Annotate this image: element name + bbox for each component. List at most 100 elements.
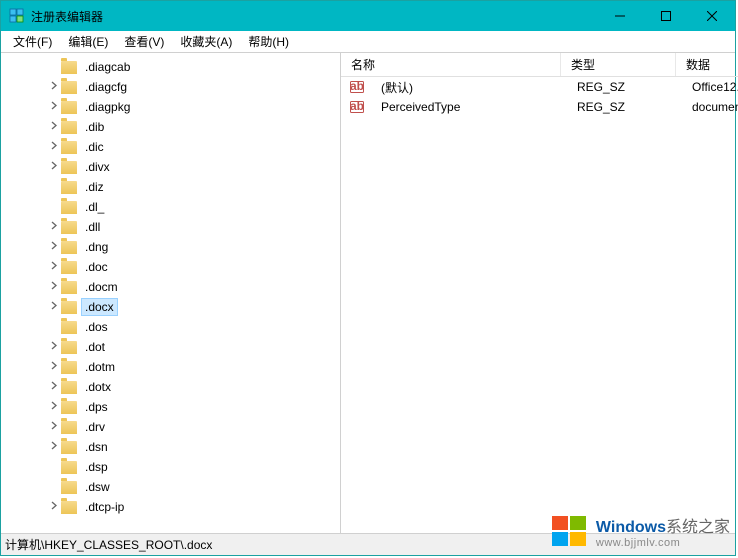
tree-node[interactable]: .doc bbox=[1, 257, 340, 277]
tree-node-label: .dps bbox=[81, 398, 112, 416]
menu-view[interactable]: 查看(V) bbox=[116, 31, 172, 52]
list-header: 名称 类型 数据 bbox=[341, 53, 738, 77]
tree-node-label: .dotm bbox=[81, 358, 119, 376]
folder-icon bbox=[61, 501, 77, 514]
folder-icon bbox=[61, 81, 77, 94]
folder-icon bbox=[61, 441, 77, 454]
menu-edit[interactable]: 编辑(E) bbox=[60, 31, 116, 52]
tree-node[interactable]: .docm bbox=[1, 277, 340, 297]
tree-node-label: .dll bbox=[81, 218, 104, 236]
folder-icon bbox=[61, 141, 77, 154]
folder-icon bbox=[61, 181, 77, 194]
value-data-cell: documen bbox=[682, 100, 738, 114]
tree-node[interactable]: .dic bbox=[1, 137, 340, 157]
expand-icon[interactable] bbox=[47, 81, 61, 93]
tree-node-label: .dos bbox=[81, 318, 112, 336]
string-value-icon: ab bbox=[349, 99, 365, 115]
expand-icon[interactable] bbox=[47, 241, 61, 253]
tree-node-label: .drv bbox=[81, 418, 109, 436]
maximize-button[interactable] bbox=[643, 1, 689, 31]
menu-file[interactable]: 文件(F) bbox=[5, 31, 60, 52]
value-type-cell: REG_SZ bbox=[567, 80, 682, 94]
tree-node[interactable]: .dot bbox=[1, 337, 340, 357]
tree-node[interactable]: .drv bbox=[1, 417, 340, 437]
tree-node[interactable]: .dotx bbox=[1, 377, 340, 397]
folder-icon bbox=[61, 121, 77, 134]
tree-node[interactable]: .diagcfg bbox=[1, 77, 340, 97]
expand-icon[interactable] bbox=[47, 261, 61, 273]
folder-icon bbox=[61, 301, 77, 314]
tree-node[interactable]: .divx bbox=[1, 157, 340, 177]
tree-node[interactable]: .diz bbox=[1, 177, 340, 197]
expand-icon[interactable] bbox=[47, 421, 61, 433]
folder-icon bbox=[61, 201, 77, 214]
expand-icon[interactable] bbox=[47, 281, 61, 293]
minimize-button[interactable] bbox=[597, 1, 643, 31]
tree-node[interactable]: .dsp bbox=[1, 457, 340, 477]
tree-node-label: .dot bbox=[81, 338, 109, 356]
expand-icon[interactable] bbox=[47, 401, 61, 413]
tree-node[interactable]: .diagpkg bbox=[1, 97, 340, 117]
tree-horizontal-scrollbar[interactable] bbox=[1, 516, 340, 533]
folder-icon bbox=[61, 481, 77, 494]
expand-icon[interactable] bbox=[47, 441, 61, 453]
tree-node[interactable]: .dsw bbox=[1, 477, 340, 497]
expand-icon[interactable] bbox=[47, 301, 61, 313]
column-header-name[interactable]: 名称 bbox=[341, 53, 561, 76]
tree-node[interactable]: .docx bbox=[1, 297, 340, 317]
expand-icon[interactable] bbox=[47, 361, 61, 373]
expand-icon[interactable] bbox=[47, 161, 61, 173]
tree-node[interactable]: .dib bbox=[1, 117, 340, 137]
tree-node-label: .diz bbox=[81, 178, 108, 196]
column-header-type[interactable]: 类型 bbox=[561, 53, 676, 76]
menu-help[interactable]: 帮助(H) bbox=[240, 31, 297, 52]
tree-node[interactable]: .diagcab bbox=[1, 57, 340, 77]
expand-icon[interactable] bbox=[47, 341, 61, 353]
tree-node-label: .dsp bbox=[81, 458, 112, 476]
folder-icon bbox=[61, 421, 77, 434]
tree-node-label: .diagpkg bbox=[81, 98, 134, 116]
tree-node[interactable]: .dsn bbox=[1, 437, 340, 457]
tree-node[interactable]: .dps bbox=[1, 397, 340, 417]
tree-node-label: .doc bbox=[81, 258, 112, 276]
tree-node-label: .dtcp-ip bbox=[81, 498, 128, 516]
value-data-cell: Office12. bbox=[682, 80, 738, 94]
folder-icon bbox=[61, 461, 77, 474]
folder-icon bbox=[61, 321, 77, 334]
folder-icon bbox=[61, 281, 77, 294]
expand-icon[interactable] bbox=[47, 501, 61, 513]
tree-node-label: .diagcab bbox=[81, 58, 134, 76]
expand-icon[interactable] bbox=[47, 221, 61, 233]
menu-favorites[interactable]: 收藏夹(A) bbox=[172, 31, 240, 52]
tree-node-label: .dib bbox=[81, 118, 108, 136]
window-title: 注册表编辑器 bbox=[31, 8, 597, 25]
list-row[interactable]: ab(默认)REG_SZOffice12. bbox=[341, 77, 738, 97]
tree-node-label: .dic bbox=[81, 138, 108, 156]
folder-icon bbox=[61, 341, 77, 354]
expand-icon[interactable] bbox=[47, 101, 61, 113]
tree-node[interactable]: .dng bbox=[1, 237, 340, 257]
string-value-icon: ab bbox=[349, 79, 365, 95]
expand-icon[interactable] bbox=[47, 381, 61, 393]
tree-node[interactable]: .dll bbox=[1, 217, 340, 237]
titlebar[interactable]: 注册表编辑器 bbox=[1, 1, 735, 31]
close-button[interactable] bbox=[689, 1, 735, 31]
tree-view[interactable]: .diagcab.diagcfg.diagpkg .dib .dic.divx.di… bbox=[1, 53, 340, 516]
tree-node[interactable]: .dtcp-ip bbox=[1, 497, 340, 516]
tree-node-label: .dotx bbox=[81, 378, 115, 396]
tree-node[interactable]: .dos bbox=[1, 317, 340, 337]
list-row[interactable]: abPerceivedTypeREG_SZdocumen bbox=[341, 97, 738, 117]
expand-icon[interactable] bbox=[47, 141, 61, 153]
tree-node[interactable]: .dl_ bbox=[1, 197, 340, 217]
tree-node-label: .dsn bbox=[81, 438, 112, 456]
column-header-data[interactable]: 数据 bbox=[676, 53, 738, 76]
expand-icon[interactable] bbox=[47, 121, 61, 133]
list-pane: 名称 类型 数据 ab(默认)REG_SZOffice12.abPerceive… bbox=[341, 53, 738, 533]
content-area: .diagcab.diagcfg.diagpkg .dib .dic.divx.di… bbox=[1, 53, 735, 533]
tree-node[interactable]: .dotm bbox=[1, 357, 340, 377]
folder-icon bbox=[61, 161, 77, 174]
value-name-cell: PerceivedType bbox=[371, 100, 567, 114]
list-view[interactable]: ab(默认)REG_SZOffice12.abPerceivedTypeREG_… bbox=[341, 77, 738, 516]
tree-node-label: .docm bbox=[81, 278, 122, 296]
list-horizontal-scrollbar[interactable] bbox=[341, 516, 738, 533]
